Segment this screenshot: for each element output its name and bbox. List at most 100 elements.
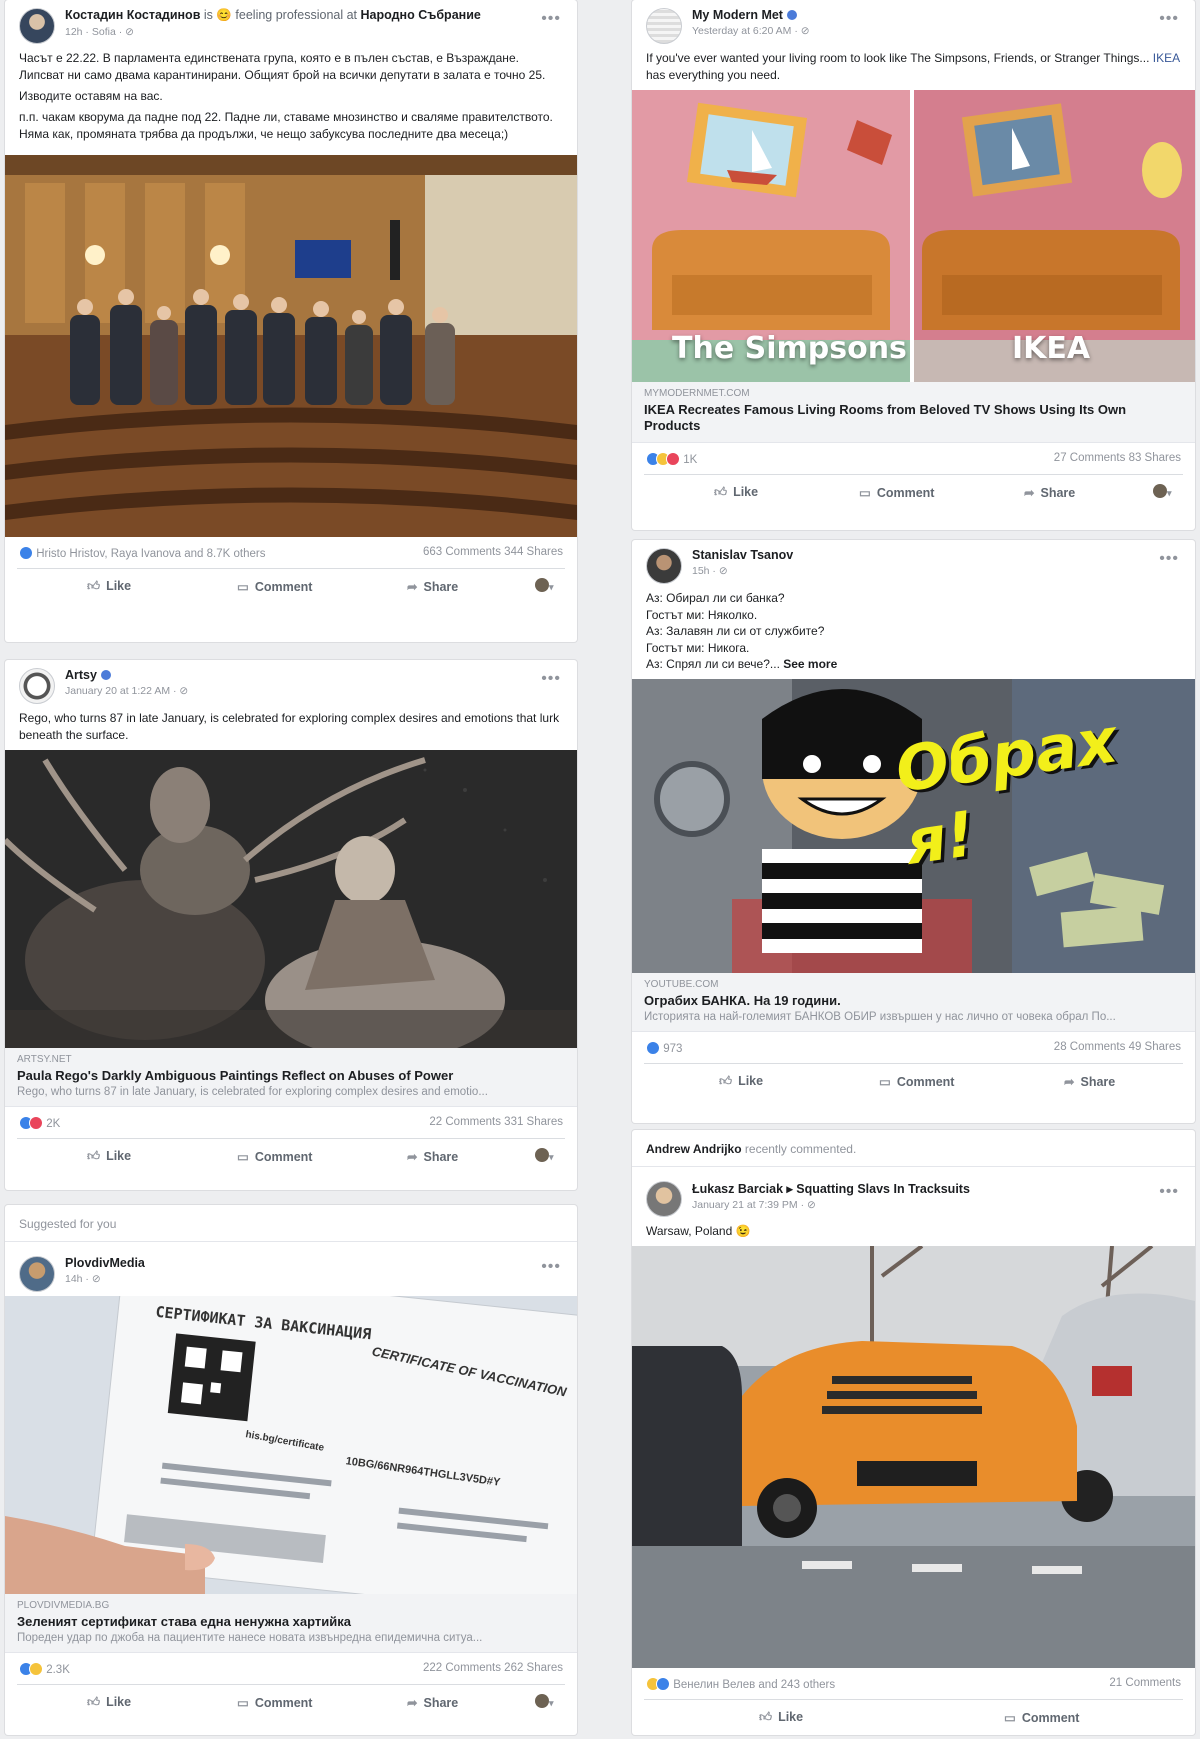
author-name[interactable]: My Modern Met: [692, 8, 783, 22]
painting-image[interactable]: [5, 750, 577, 1048]
author-name[interactable]: Artsy: [65, 668, 97, 682]
comment-share-counts[interactable]: 663 Comments 344 Shares: [423, 546, 563, 558]
living-rooms-image[interactable]: The Simpsons IKEA: [632, 90, 1195, 382]
reaction-count: 1K: [683, 454, 698, 466]
comment-label: Comment: [876, 486, 935, 500]
link-domain: YOUTUBE.COM: [644, 978, 719, 990]
like-button[interactable]: 👍︎ Like: [87, 579, 131, 594]
painting-graphic: [5, 750, 577, 1048]
reaction-summary[interactable]: Венелин Велев and 243 others: [646, 1677, 835, 1691]
reaction-summary[interactable]: 2.3K: [19, 1662, 70, 1676]
link-title[interactable]: Paula Rego's Darkly Ambiguous Paintings …: [17, 1068, 565, 1084]
post-meta[interactable]: 14h · ⊘: [65, 1273, 565, 1285]
link-preview[interactable]: YOUTUBE.COM Ограбих БАНКА. На 19 години.…: [632, 972, 1195, 1032]
comment-button[interactable]: ▭ Comment: [237, 579, 312, 594]
link-domain: MYMODERNMET.COM: [644, 388, 750, 399]
see-more-link[interactable]: See more: [783, 657, 837, 671]
comment-share-counts[interactable]: 22 Comments 331 Shares: [429, 1116, 563, 1128]
reaction-picker[interactable]: ▾: [535, 1148, 561, 1164]
link-preview[interactable]: ARTSY.NET Paula Rego's Darkly Ambiguous …: [5, 1048, 577, 1107]
comment-icon: ▭: [859, 486, 871, 500]
link-description: Историята на най-големият БАНКОВ ОБИР из…: [644, 1010, 1116, 1023]
youtube-thumbnail[interactable]: Обрах я!: [632, 678, 1195, 973]
link-title[interactable]: IKEA Recreates Famous Living Rooms from …: [644, 402, 1183, 434]
reaction-summary[interactable]: 2K: [19, 1116, 60, 1130]
reaction-picker[interactable]: ▾: [535, 1694, 561, 1710]
comment-share-counts[interactable]: 222 Comments 262 Shares: [423, 1662, 563, 1674]
like-label: Like: [738, 1073, 764, 1088]
caption-ikea: IKEA: [1012, 331, 1091, 366]
comment-share-counts[interactable]: 28 Comments 49 Shares: [1054, 1041, 1181, 1053]
reaction-summary[interactable]: Hristo Hristov, Raya Ivanova and 8.7K ot…: [19, 546, 265, 560]
author-name[interactable]: Stanislav Tsanov: [692, 548, 1183, 562]
share-button[interactable]: ➦ Share: [1064, 1074, 1115, 1089]
post-meta[interactable]: Yesterday at 6:20 AM · ⊘: [692, 25, 1183, 37]
author-line: Костадин Костадинов is 😊 feeling profess…: [65, 8, 565, 23]
reactions-bar: Hristo Hristov, Raya Ivanova and 8.7K ot…: [17, 537, 565, 569]
author-avatar[interactable]: [646, 1181, 682, 1217]
author-avatar[interactable]: [19, 668, 55, 704]
comment-button[interactable]: ▭ Comment: [237, 1695, 312, 1710]
more-options-icon[interactable]: •••: [541, 1258, 561, 1276]
more-options-icon[interactable]: •••: [541, 670, 561, 688]
like-label: Like: [106, 1695, 132, 1709]
link-preview[interactable]: MYMODERNMET.COM IKEA Recreates Famous Li…: [632, 382, 1195, 443]
love-reaction-icon: [29, 1116, 43, 1130]
ikea-mention-link[interactable]: IKEA: [1153, 51, 1180, 65]
share-button[interactable]: ➦ Share: [407, 1695, 458, 1710]
post-card-tsanov: Stanislav Tsanov 15h · ⊘ ••• Аз: Обирал …: [632, 540, 1195, 1123]
author-line: Artsy: [65, 668, 565, 682]
more-options-icon[interactable]: •••: [1159, 550, 1179, 568]
like-button[interactable]: 👍︎ Like: [759, 1710, 803, 1725]
comment-count[interactable]: 21 Comments: [1109, 1677, 1181, 1689]
author-avatar[interactable]: [646, 548, 682, 584]
more-options-icon[interactable]: •••: [1159, 1183, 1179, 1201]
place-name[interactable]: Народно Събрание: [361, 8, 481, 22]
post-text: Warsaw, Poland 😉: [646, 1224, 751, 1238]
parliament-photo[interactable]: [5, 155, 577, 537]
share-button[interactable]: ➦ Share: [1024, 485, 1075, 500]
author-avatar[interactable]: [646, 8, 682, 44]
post-line: Аз: Спрял ли си вече?...: [646, 657, 780, 671]
more-options-icon[interactable]: •••: [541, 10, 561, 28]
post-meta[interactable]: January 21 at 7:39 PM · ⊘: [692, 1199, 1183, 1211]
commenter-name[interactable]: Andrew Andrijko: [646, 1142, 742, 1156]
certificate-photo[interactable]: СЕРТИФИКАТ ЗА ВАКСИНАЦИЯ CERTIFICATE OF …: [5, 1296, 577, 1594]
author-group-line[interactable]: Łukasz Barciak ▸ Squatting Slavs In Trac…: [692, 1181, 1183, 1196]
share-label: Share: [1040, 486, 1076, 500]
post-header: PlovdivMedia 14h · ⊘ •••: [5, 1248, 577, 1296]
reaction-summary[interactable]: 973: [646, 1040, 682, 1055]
author-name[interactable]: PlovdivMedia: [65, 1256, 565, 1270]
share-button[interactable]: ➦ Share: [407, 1149, 458, 1164]
like-button[interactable]: 👍︎ Like: [714, 485, 758, 500]
author-name[interactable]: Костадин Костадинов: [65, 8, 200, 22]
link-title[interactable]: Зеленият сертификат става една ненужна х…: [17, 1614, 565, 1630]
like-label: Like: [106, 1149, 132, 1163]
author-avatar[interactable]: [19, 8, 55, 44]
share-button[interactable]: ➦ Share: [407, 579, 458, 594]
reaction-picker[interactable]: ▾: [1153, 484, 1179, 500]
post-meta[interactable]: 15h · ⊘: [692, 565, 1183, 577]
comment-button[interactable]: ▭ Comment: [859, 485, 934, 500]
reaction-count: 2K: [46, 1118, 61, 1130]
more-options-icon[interactable]: •••: [1159, 10, 1179, 28]
comment-button[interactable]: ▭ Comment: [879, 1074, 954, 1089]
link-preview[interactable]: PLOVDIVMEDIA.BG Зеленият сертификат став…: [5, 1594, 577, 1653]
post-meta[interactable]: 12h · Sofia · ⊘: [65, 26, 565, 38]
like-reaction-icon: [656, 1677, 670, 1691]
car-photo[interactable]: [632, 1246, 1195, 1668]
comment-share-counts[interactable]: 27 Comments 83 Shares: [1054, 452, 1181, 464]
caption-simpsons: The Simpsons: [672, 331, 907, 366]
like-button[interactable]: 👍︎ Like: [87, 1695, 131, 1710]
reaction-summary[interactable]: 1K: [646, 452, 697, 466]
post-meta[interactable]: January 20 at 1:22 AM · ⊘: [65, 685, 565, 697]
author-avatar[interactable]: [19, 1256, 55, 1292]
reaction-picker[interactable]: ▾: [535, 578, 561, 594]
comment-icon: ▭: [237, 1696, 249, 1710]
link-title[interactable]: Ограбих БАНКА. На 19 години.: [644, 993, 1183, 1009]
like-button[interactable]: 👍︎ Like: [87, 1149, 131, 1164]
suggested-label: Suggested for you: [5, 1205, 577, 1242]
comment-button[interactable]: ▭ Comment: [237, 1149, 312, 1164]
like-button[interactable]: 👍︎ Like: [719, 1074, 763, 1089]
comment-button[interactable]: ▭ Comment: [1004, 1710, 1079, 1725]
